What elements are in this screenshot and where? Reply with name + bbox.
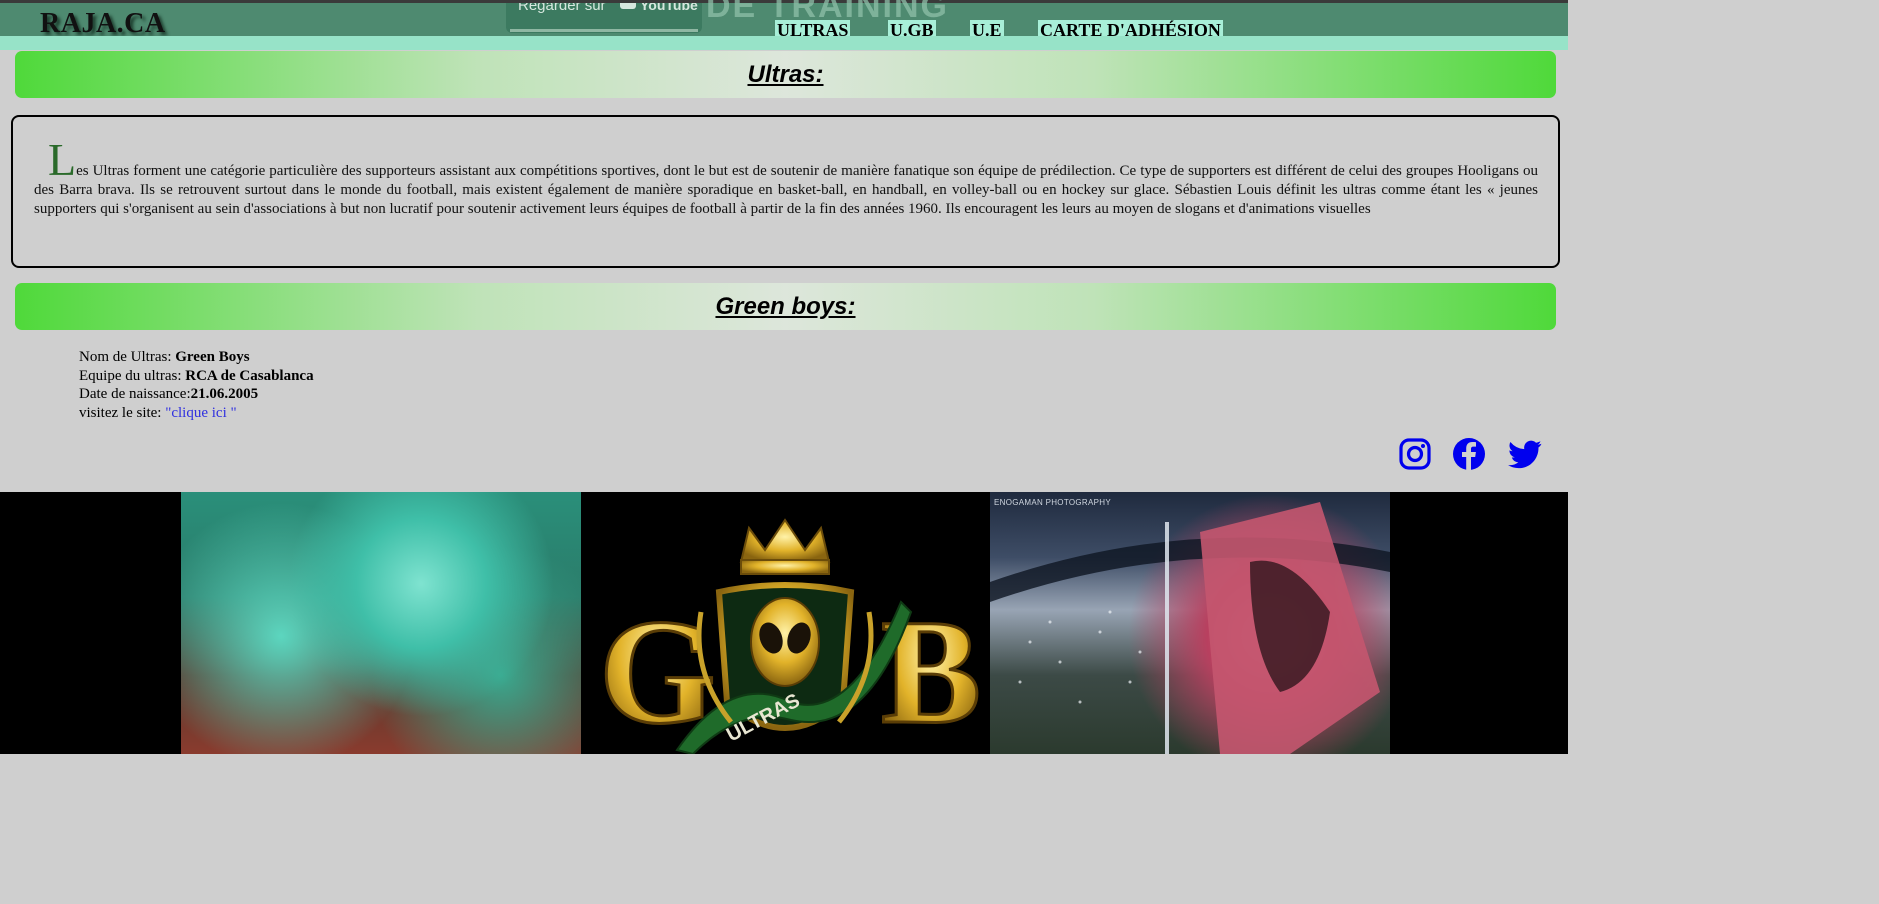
info-label: Equipe du ultras: [79,367,186,384]
info-row-birth: Date de naissance:21.06.2005 [79,385,314,404]
gallery-photo-tifo: ENOGAMAN PHOTOGRAPHY [990,492,1390,754]
instagram-icon[interactable] [1398,437,1432,471]
green-boys-logo-icon: G B ULTRAS [598,518,983,754]
photo-gallery: G B ULTRAS ENOGAMAN PHOTOGRAPHY [0,492,1568,754]
info-label: visitez le site: [79,404,166,421]
site-header: RAJA.CA Regarder sur YouTube DE TRAINING… [0,0,1568,40]
facebook-icon[interactable] [1452,437,1486,471]
info-row-name: Nom de Ultras: Green Boys [79,348,314,367]
stadium-illustration [990,502,1390,754]
youtube-embed-overlay[interactable]: Regarder sur YouTube [506,3,702,33]
ultras-description-box: Les Ultras forment une catégorie particu… [11,115,1560,268]
header-divider-strip [0,36,1568,50]
info-label: Nom de Ultras: [79,349,176,365]
section-title-ultras: Ultras: [15,51,1556,98]
info-row-site: visitez le site: "clique ici " [79,404,314,423]
watch-on-label: Regarder sur [518,3,606,14]
youtube-icon [620,3,636,9]
ultras-description: Les Ultras forment une catégorie particu… [34,137,1538,219]
gallery-photo-logo: G B ULTRAS [581,492,990,754]
video-progress-bar[interactable] [510,29,698,32]
green-boys-info: Nom de Ultras: Green Boys Equipe du ultr… [79,348,314,422]
site-link[interactable]: "clique ici " [165,405,236,421]
twitter-icon[interactable] [1508,437,1542,471]
youtube-label: YouTube [640,3,698,13]
ultras-description-text: es Ultras forment une catégorie particul… [34,163,1538,217]
info-label: Date de naissance: [79,386,191,402]
info-value: Green Boys [175,349,250,365]
dropcap-letter: L [48,134,77,185]
info-row-team: Equipe du ultras: RCA de Casablanca [79,367,314,386]
info-value: RCA de Casablanca [185,367,314,384]
section-title-green-boys: Green boys: [15,283,1556,330]
gallery-photo-smoke [181,492,581,754]
info-value: 21.06.2005 [190,386,259,402]
